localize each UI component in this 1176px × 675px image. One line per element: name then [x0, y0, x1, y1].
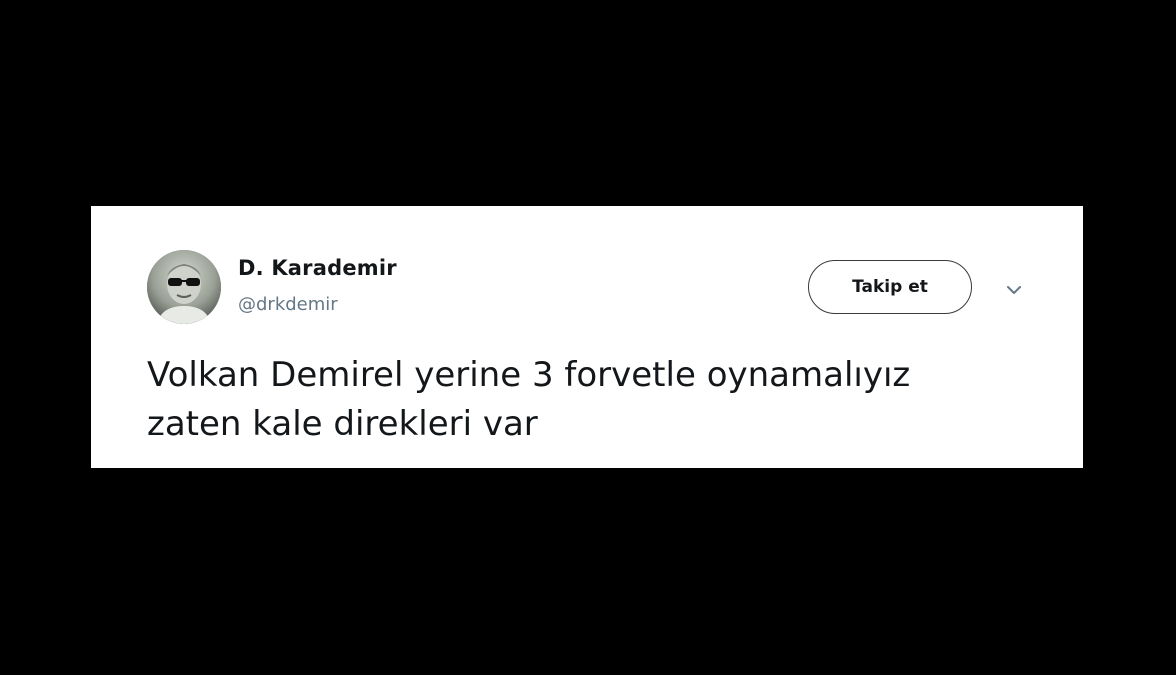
author-display-name[interactable]: D. Karademir: [238, 256, 397, 280]
tweet-card: D. Karademir @drkdemir Takip et Volkan D…: [91, 206, 1083, 468]
tweet-menu-button[interactable]: [1001, 280, 1027, 300]
avatar[interactable]: [147, 250, 221, 324]
follow-button[interactable]: Takip et: [808, 260, 972, 314]
tweet-text: Volkan Demirel yerine 3 forvetle oynamal…: [147, 351, 1047, 449]
screen-background: D. Karademir @drkdemir Takip et Volkan D…: [0, 0, 1176, 675]
author-handle[interactable]: @drkdemir: [238, 294, 338, 315]
tweet-text-line: zaten kale direkleri var: [147, 404, 538, 444]
tweet-text-line: Volkan Demirel yerine 3 forvetle oynamal…: [147, 355, 911, 395]
chevron-down-icon: [1007, 286, 1021, 294]
profile-photo-icon: [147, 250, 221, 324]
